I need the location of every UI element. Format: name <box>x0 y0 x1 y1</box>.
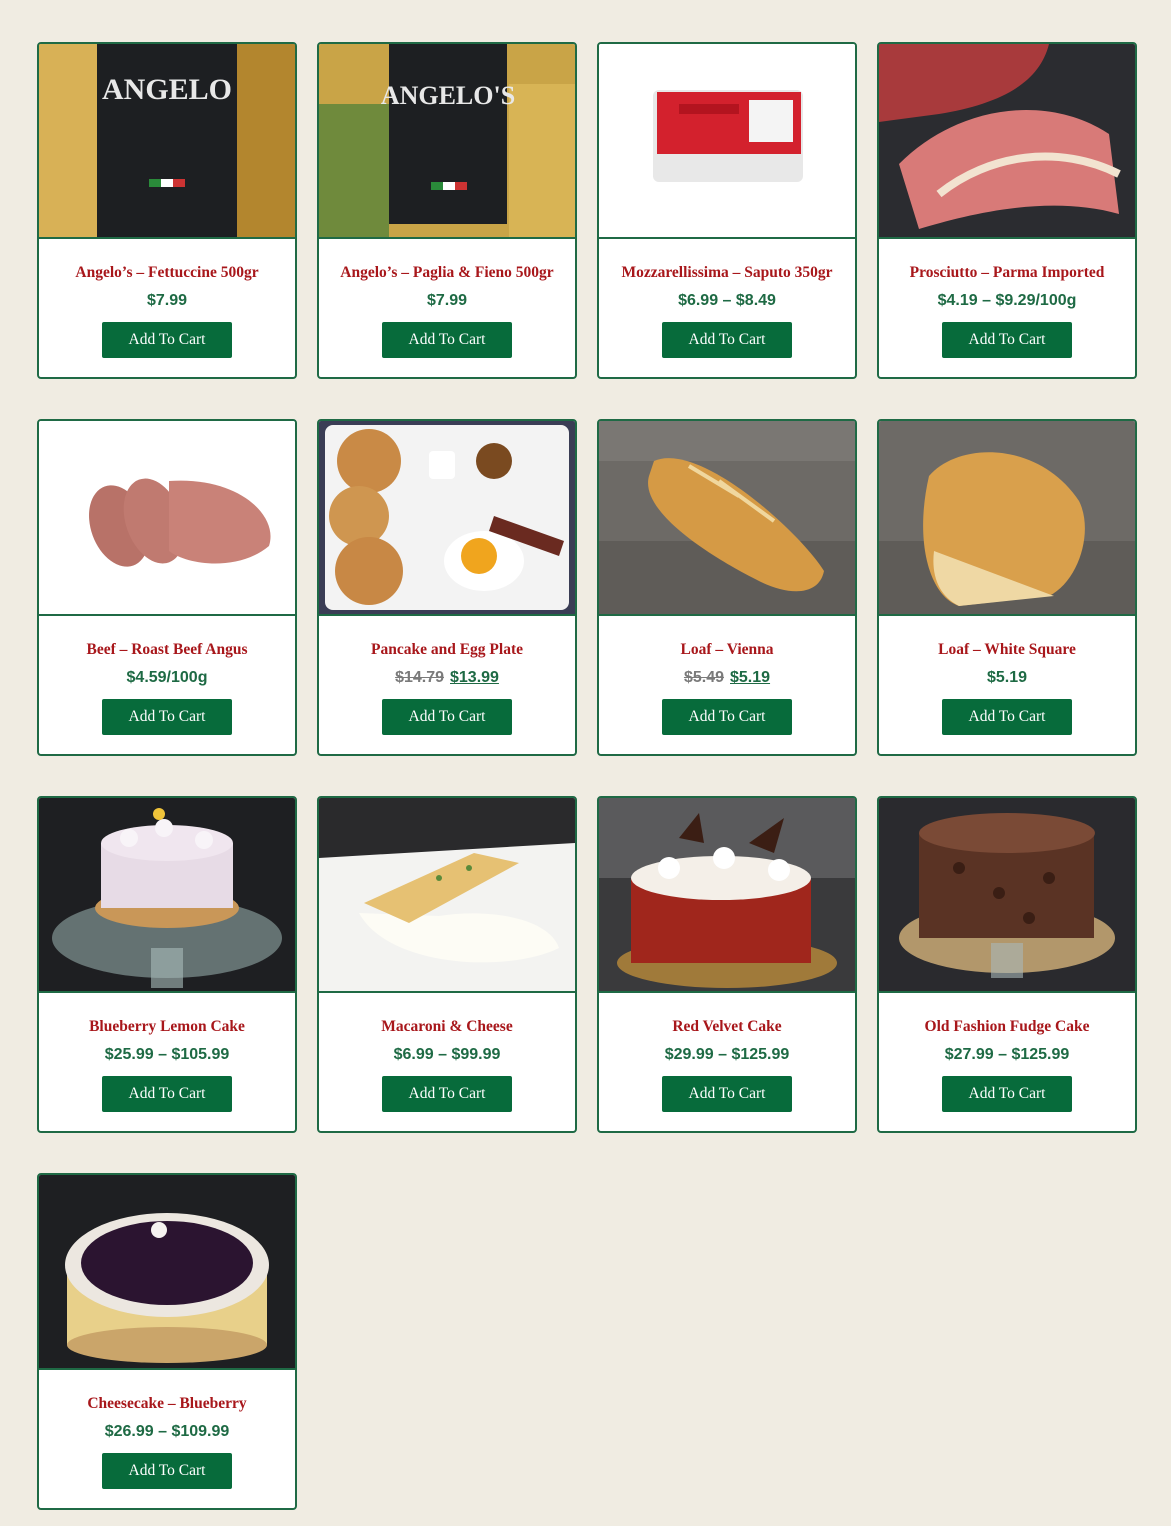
product-image-fettuccine[interactable]: ANGELO <box>39 44 295 239</box>
old-price: $14.79 <box>395 669 444 686</box>
sale-price: $5.19 <box>730 669 771 686</box>
product-title[interactable]: Loaf – White Square <box>879 640 1135 660</box>
product-image-fudge-cake[interactable] <box>879 798 1135 993</box>
product-title[interactable]: Beef – Roast Beef Angus <box>39 640 295 660</box>
product-image-paglia-fieno[interactable]: ANGELO'S <box>319 44 575 239</box>
add-to-cart-button[interactable]: Add To Cart <box>102 699 232 735</box>
product-title[interactable]: Angelo’s – Paglia & Fieno 500gr <box>319 263 575 283</box>
product-grid: ANGELO Angelo’s – Fettuccine 500gr $7.99… <box>37 42 1137 1510</box>
product-image-blueberry-cheesecake[interactable] <box>39 1175 295 1370</box>
add-to-cart-button[interactable]: Add To Cart <box>662 322 792 358</box>
product-price: $25.99 – $105.99 <box>104 1046 230 1063</box>
product-image-macaroni-cheese[interactable] <box>319 798 575 993</box>
product-price: $4.19 – $9.29/100g <box>937 292 1077 309</box>
product-price: $27.99 – $125.99 <box>944 1046 1070 1063</box>
product-price: $29.99 – $125.99 <box>664 1046 790 1063</box>
product-price: $7.99 <box>146 292 188 309</box>
product-card: Old Fashion Fudge Cake $27.99 – $125.99 … <box>877 796 1137 1133</box>
svg-text:ANGELO'S: ANGELO'S <box>381 81 515 110</box>
product-card: ANGELO'S Angelo’s – Paglia & Fieno 500gr… <box>317 42 577 379</box>
add-to-cart-button[interactable]: Add To Cart <box>382 322 512 358</box>
product-title[interactable]: Angelo’s – Fettuccine 500gr <box>39 263 295 283</box>
old-price: $5.49 <box>683 669 724 686</box>
product-card: ANGELO Angelo’s – Fettuccine 500gr $7.99… <box>37 42 297 379</box>
svg-text:ANGELO: ANGELO <box>102 73 232 106</box>
add-to-cart-button[interactable]: Add To Cart <box>942 1076 1072 1112</box>
add-to-cart-button[interactable]: Add To Cart <box>102 322 232 358</box>
product-title[interactable]: Prosciutto – Parma Imported <box>879 263 1135 283</box>
product-image-prosciutto[interactable] <box>879 44 1135 239</box>
product-image-vienna-loaf[interactable] <box>599 421 855 616</box>
product-title[interactable]: Cheesecake – Blueberry <box>39 1394 295 1414</box>
product-title[interactable]: Red Velvet Cake <box>599 1017 855 1037</box>
product-card: Cheesecake – Blueberry $26.99 – $109.99 … <box>37 1173 297 1510</box>
product-image-roast-beef[interactable] <box>39 421 295 616</box>
product-card: Blueberry Lemon Cake $25.99 – $105.99 Ad… <box>37 796 297 1133</box>
product-price: $26.99 – $109.99 <box>104 1423 230 1440</box>
product-image-pancake-plate[interactable] <box>319 421 575 616</box>
add-to-cart-button[interactable]: Add To Cart <box>102 1076 232 1112</box>
product-card: Macaroni & Cheese $6.99 – $99.99 Add To … <box>317 796 577 1133</box>
add-to-cart-button[interactable]: Add To Cart <box>382 699 512 735</box>
add-to-cart-button[interactable]: Add To Cart <box>942 322 1072 358</box>
product-price: $4.59/100g <box>126 669 208 686</box>
product-card: Red Velvet Cake $29.99 – $125.99 Add To … <box>597 796 857 1133</box>
product-title[interactable]: Loaf – Vienna <box>599 640 855 660</box>
product-title[interactable]: Old Fashion Fudge Cake <box>879 1017 1135 1037</box>
product-card: Loaf – White Square $5.19 Add To Cart <box>877 419 1137 756</box>
add-to-cart-button[interactable]: Add To Cart <box>382 1076 512 1112</box>
product-card: Pancake and Egg Plate $14.79 $13.99 Add T… <box>317 419 577 756</box>
product-price: $5.19 <box>986 669 1028 686</box>
product-image-blueberry-lemon-cake[interactable] <box>39 798 295 993</box>
product-price: $6.99 – $8.49 <box>678 292 776 309</box>
add-to-cart-button[interactable]: Add To Cart <box>662 1076 792 1112</box>
add-to-cart-button[interactable]: Add To Cart <box>942 699 1072 735</box>
product-image-white-square-loaf[interactable] <box>879 421 1135 616</box>
product-card: Mozzarellissima – Saputo 350gr $6.99 – $… <box>597 42 857 379</box>
product-title[interactable]: Mozzarellissima – Saputo 350gr <box>599 263 855 283</box>
product-price: $14.79 $13.99 <box>319 668 575 688</box>
product-price: $7.99 <box>426 292 468 309</box>
product-image-red-velvet-cake[interactable] <box>599 798 855 993</box>
product-card: Prosciutto – Parma Imported $4.19 – $9.2… <box>877 42 1137 379</box>
product-title[interactable]: Macaroni & Cheese <box>319 1017 575 1037</box>
product-image-mozzarella[interactable] <box>599 44 855 239</box>
product-title[interactable]: Pancake and Egg Plate <box>319 640 575 660</box>
product-card: Beef – Roast Beef Angus $4.59/100g Add T… <box>37 419 297 756</box>
sale-price: $13.99 <box>450 669 499 686</box>
add-to-cart-button[interactable]: Add To Cart <box>662 699 792 735</box>
product-price: $5.49 $5.19 <box>599 668 855 688</box>
add-to-cart-button[interactable]: Add To Cart <box>102 1453 232 1489</box>
product-title[interactable]: Blueberry Lemon Cake <box>39 1017 295 1037</box>
product-card: Loaf – Vienna $5.49 $5.19 Add To Cart <box>597 419 857 756</box>
product-price: $6.99 – $99.99 <box>393 1046 501 1063</box>
